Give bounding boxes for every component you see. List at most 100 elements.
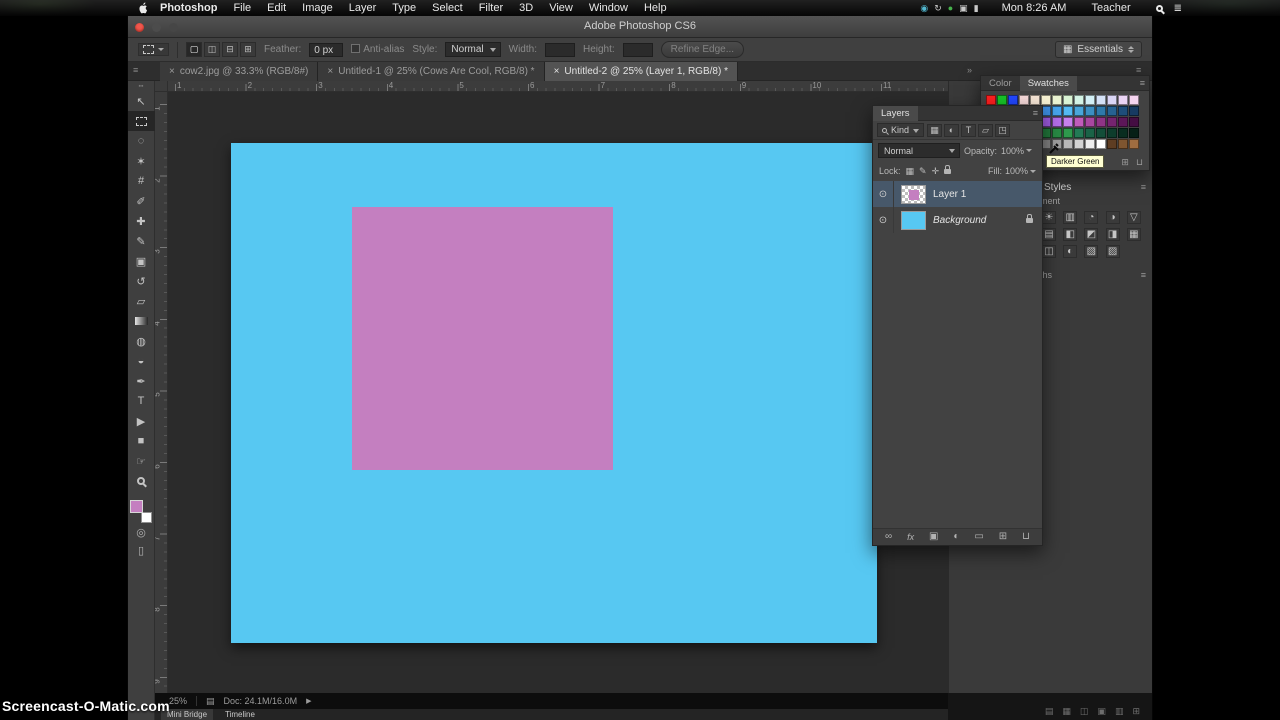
color-swatch[interactable] — [1063, 139, 1073, 149]
fill-input[interactable]: 100% — [1005, 166, 1036, 176]
panel-menu-icon[interactable]: ≡ — [1141, 182, 1146, 192]
taskbar-icon-1[interactable]: ▤ — [1045, 706, 1054, 717]
filter-adjustment-layers-icon[interactable]: ◐ — [944, 123, 960, 137]
channel-mixer-icon[interactable]: ▦ — [1126, 228, 1141, 241]
paths-panel-tab-truncated[interactable]: ths ≡ — [1032, 268, 1152, 281]
color-swatch[interactable] — [1074, 117, 1084, 127]
color-swatch[interactable] — [1107, 128, 1117, 138]
lock-all-icon[interactable] — [944, 164, 952, 177]
color-swatch[interactable] — [1107, 139, 1117, 149]
color-swatch[interactable] — [1096, 128, 1106, 138]
panel-menu-icon[interactable]: ≡ — [1141, 270, 1152, 280]
delete-swatch-button[interactable]: ⊔ — [1136, 157, 1143, 168]
color-swatch[interactable] — [1063, 117, 1073, 127]
opacity-input[interactable]: 100% — [1001, 146, 1033, 156]
color-swatch[interactable] — [1085, 139, 1095, 149]
menu-clock[interactable]: Mon 8:26 AM — [1002, 2, 1067, 14]
threshold-icon[interactable]: ▨ — [1105, 245, 1120, 258]
color-swatch[interactable] — [986, 95, 996, 105]
apple-menu-icon[interactable] — [138, 2, 148, 14]
color-swatch[interactable] — [1118, 106, 1128, 116]
layer-row[interactable]: ⊙ Background — [873, 207, 1042, 233]
pasted-shape[interactable] — [352, 207, 613, 470]
lasso-tool[interactable]: ◌ — [128, 131, 155, 151]
taskbar-icon-3[interactable]: ◫ — [1080, 706, 1089, 717]
tool-preset-picker[interactable] — [138, 43, 169, 56]
quick-selection-tool[interactable]: ✶ — [128, 151, 155, 171]
document-tab[interactable]: × cow2.jpg @ 33.3% (RGB/8#) — [160, 62, 319, 81]
panel-menu-icon[interactable]: ≡ — [1033, 108, 1042, 118]
menu-edit[interactable]: Edit — [267, 2, 286, 14]
color-swatch[interactable] — [1129, 95, 1139, 105]
link-layers-icon[interactable]: ∞ — [885, 532, 892, 542]
filter-type-layers-icon[interactable]: T — [961, 123, 977, 137]
minimize-window-button[interactable] — [152, 23, 161, 32]
visibility-toggle[interactable]: ⊙ — [873, 181, 894, 207]
eyedropper-tool[interactable]: ✐ — [128, 191, 155, 211]
levels-icon[interactable]: ▥ — [1063, 211, 1078, 224]
pen-tool[interactable]: ✒ — [128, 371, 155, 391]
workspace-switcher[interactable]: ▦ Essentials — [1054, 41, 1142, 58]
menu-filter[interactable]: Filter — [479, 2, 503, 14]
brush-tool[interactable]: ✎ — [128, 231, 155, 251]
document-tab[interactable]: × Untitled-1 @ 25% (Cows Are Cool, RGB/8)… — [318, 62, 545, 81]
color-swatch[interactable] — [997, 95, 1007, 105]
adjustments-panel-tab-truncated[interactable]: ment — [1032, 194, 1152, 207]
visibility-toggle[interactable]: ⊙ — [873, 207, 894, 233]
filter-shape-layers-icon[interactable]: ▱ — [978, 123, 994, 137]
new-layer-icon[interactable]: ⊞ — [999, 532, 1007, 542]
taskbar-icon-5[interactable]: ▥ — [1115, 706, 1124, 717]
menu-3d[interactable]: 3D — [519, 2, 533, 14]
color-swatch[interactable] — [1129, 106, 1139, 116]
spotlight-icon[interactable] — [1155, 4, 1163, 12]
invert-icon[interactable]: ◐ — [1063, 245, 1078, 258]
user-menu[interactable]: Teacher — [1091, 2, 1130, 14]
tab-swatches[interactable]: Swatches — [1019, 75, 1077, 91]
tab-overflow-icon[interactable]: ≡ — [133, 65, 138, 75]
new-swatch-button[interactable]: ⊞ — [1121, 157, 1129, 168]
dock-menu-icon[interactable]: ≡ — [1136, 65, 1141, 75]
color-swatch[interactable] — [1085, 106, 1095, 116]
gradient-tool[interactable] — [128, 311, 155, 331]
screen-mode-button[interactable]: ▯ — [128, 541, 155, 559]
canvas-pasteboard[interactable] — [168, 92, 948, 693]
menu-help[interactable]: Help — [644, 2, 667, 14]
tab-layers[interactable]: Layers — [873, 105, 918, 121]
zoom-window-button[interactable] — [169, 23, 178, 32]
foreground-color-swatch[interactable] — [130, 500, 143, 513]
color-swatch[interactable] — [1052, 106, 1062, 116]
add-layer-mask-icon[interactable]: ▣ — [929, 532, 938, 542]
color-swatch[interactable] — [1129, 139, 1139, 149]
menu-image[interactable]: Image — [302, 2, 333, 14]
crop-tool[interactable]: # — [128, 171, 155, 191]
color-swatch[interactable] — [1074, 106, 1084, 116]
width-input[interactable] — [544, 42, 575, 57]
background-color-swatch[interactable] — [141, 512, 152, 523]
color-swatch[interactable] — [1063, 95, 1073, 105]
eraser-tool[interactable]: ▱ — [128, 291, 155, 311]
close-tab-icon[interactable]: × — [554, 66, 560, 77]
color-swatch[interactable] — [1085, 128, 1095, 138]
color-lookup-icon[interactable]: ◫ — [1042, 245, 1056, 258]
app-menu[interactable]: Photoshop — [160, 2, 217, 14]
color-swatch[interactable] — [1107, 117, 1117, 127]
height-input[interactable] — [622, 42, 653, 57]
healing-brush-tool[interactable]: ✚ — [128, 211, 155, 231]
color-swatch[interactable] — [1118, 117, 1128, 127]
color-swatch[interactable] — [1052, 95, 1062, 105]
filter-pixel-layers-icon[interactable]: ▦ — [927, 123, 943, 137]
color-swatch[interactable] — [1107, 106, 1117, 116]
taskbar-icon-2[interactable]: ▦ — [1062, 706, 1071, 717]
exposure-icon[interactable]: ◑ — [1105, 211, 1120, 224]
new-selection-icon[interactable]: ▢ — [186, 42, 202, 57]
layer-filter-kind-select[interactable]: Kind — [877, 123, 925, 137]
color-swatch[interactable] — [1096, 117, 1106, 127]
menu-file[interactable]: File — [233, 2, 251, 14]
doc-size-info[interactable]: Doc: 24.1M/16.0M — [224, 696, 298, 706]
color-swatch[interactable] — [1107, 95, 1117, 105]
color-swatch[interactable] — [1008, 95, 1018, 105]
rectangle-tool[interactable]: ■ — [128, 431, 155, 451]
color-swatch[interactable] — [1019, 95, 1029, 105]
path-selection-tool[interactable]: ▶ — [128, 411, 155, 431]
new-group-icon[interactable]: ▭ — [974, 532, 983, 542]
